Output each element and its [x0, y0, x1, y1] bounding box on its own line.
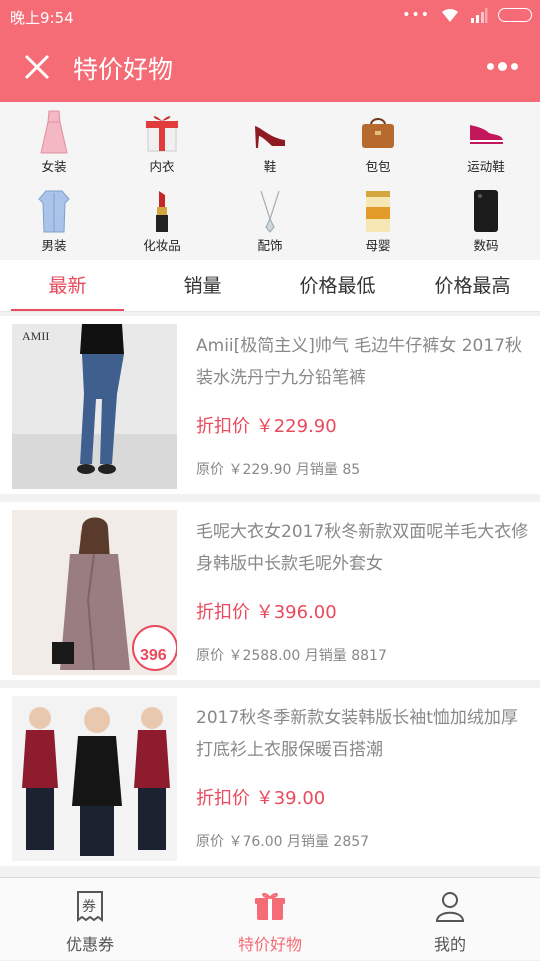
product-original-price-sales: 原价 ￥229.90 月销量 85 [196, 462, 361, 478]
tab-price-high[interactable]: 价格最高 [405, 260, 540, 312]
coupon-icon: 券 [77, 891, 103, 922]
smartphone-icon [466, 187, 506, 235]
product-card[interactable]: 396 毛呢大衣女2017秋冬新款双面呢羊毛大衣修身韩版中长款毛呢外套女 折扣价… [0, 502, 540, 680]
product-title: Amii[极简主义]帅气 毛边牛仔裤女 2017秋装水洗丹宁九分铅笔裤 [196, 336, 522, 388]
product-image[interactable]: 396 [12, 510, 177, 675]
page-title: 特价好物 [73, 55, 174, 84]
user-icon [435, 892, 465, 922]
category-item-women[interactable]: 女装 [0, 102, 108, 181]
category-item-accessories[interactable]: 配饰 [216, 181, 324, 260]
product-discount-price: 折扣价 ￥39.00 [196, 788, 326, 809]
dress-icon [34, 108, 74, 156]
category-item-baby[interactable]: 母婴 [324, 181, 432, 260]
handbag-icon [358, 108, 398, 156]
category-item-sneakers[interactable]: 运动鞋 [432, 102, 540, 181]
product-title: 毛呢大衣女2017秋冬新款双面呢羊毛大衣修身韩版中长款毛呢外套女 [196, 522, 529, 574]
gift-box-icon [142, 108, 182, 156]
milk-powder-icon [358, 187, 398, 235]
more-options-icon[interactable] [487, 62, 518, 71]
wifi-icon [442, 8, 458, 22]
signal-icon [471, 8, 488, 23]
necklace-icon [250, 187, 290, 235]
product-title: 2017秋冬季新款女装韩版长袖t恤加绒加厚打底衫上衣服保暖百搭潮 [196, 708, 518, 760]
lipstick-icon [142, 187, 182, 235]
category-item-bags[interactable]: 包包 [324, 102, 432, 181]
bottom-nav-coupons[interactable]: 券 优惠券 [0, 878, 180, 961]
tab-price-low[interactable]: 价格最低 [270, 260, 405, 312]
category-item-digital[interactable]: 数码 [432, 181, 540, 260]
category-item-shoes[interactable]: 鞋 [216, 102, 324, 181]
status-bar: 晚上9:54 ••• [0, 0, 540, 34]
svg-text:AMII: AMII [22, 329, 49, 343]
svg-text:券: 券 [82, 899, 96, 915]
tab-sales[interactable]: 销量 [135, 260, 270, 312]
product-original-price-sales: 原价 ￥76.00 月销量 2857 [196, 834, 370, 850]
product-card[interactable]: AMII Amii[极简主义]帅气 毛边牛仔裤女 2017秋装水洗丹宁九分铅笔裤… [0, 316, 540, 494]
nav-header: 特价好物 [0, 34, 540, 102]
sort-tabs: 最新 销量 价格最低 价格最高 [0, 260, 540, 312]
high-heel-icon [250, 108, 290, 156]
status-dots: ••• [402, 7, 430, 23]
active-tab-indicator [11, 309, 124, 311]
category-grid: 女装 内衣 鞋 包包 运动鞋 男装 化妆品 配饰 母婴 数码 [0, 102, 540, 260]
status-time: 晚上9:54 [10, 9, 74, 27]
tab-newest[interactable]: 最新 [0, 260, 135, 312]
product-card[interactable]: 2017秋冬季新款女装韩版长袖t恤加绒加厚打底衫上衣服保暖百搭潮 折扣价 ￥39… [0, 688, 540, 866]
close-icon[interactable] [22, 52, 52, 82]
product-original-price-sales: 原价 ￥2588.00 月销量 8817 [196, 648, 387, 664]
shirt-icon [34, 187, 74, 235]
bottom-nav: 券 优惠券 特价好物 我的 [0, 877, 540, 960]
bottom-nav-deals[interactable]: 特价好物 [180, 878, 360, 961]
category-item-men[interactable]: 男装 [0, 181, 108, 260]
battery-icon [498, 8, 532, 22]
product-image[interactable]: AMII [12, 324, 177, 489]
gift-icon [255, 892, 285, 920]
bottom-nav-profile[interactable]: 我的 [360, 878, 540, 961]
product-image[interactable] [12, 696, 177, 861]
svg-text:396: 396 [140, 647, 167, 664]
sneaker-icon [466, 108, 506, 156]
category-item-underwear[interactable]: 内衣 [108, 102, 216, 181]
product-discount-price: 折扣价 ￥396.00 [196, 602, 337, 623]
product-discount-price: 折扣价 ￥229.90 [196, 416, 337, 437]
category-item-cosmetics[interactable]: 化妆品 [108, 181, 216, 260]
